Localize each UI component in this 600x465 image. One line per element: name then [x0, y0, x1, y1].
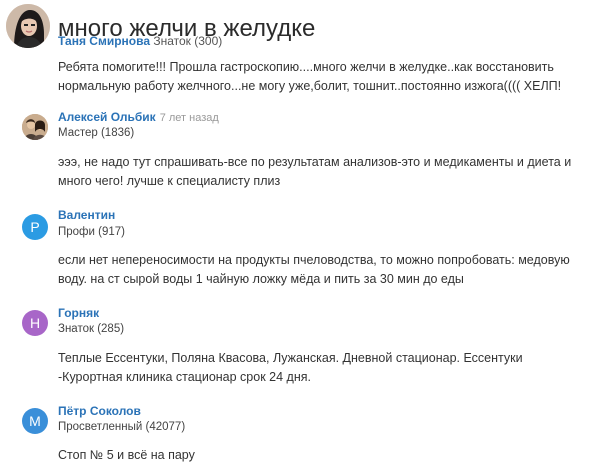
qa-page: много желчи в желудке Таня Смирнова Знат…	[0, 0, 600, 465]
author-photo-icon	[6, 4, 50, 48]
answer-text: эээ, не надо тут спрашивать-все по резул…	[58, 155, 572, 188]
answer-time: 7 лет назад	[159, 112, 219, 124]
answer-author-rank: Знаток (285)	[58, 323, 125, 335]
answer-author-rank: Мастер (1836)	[58, 127, 135, 139]
answer-avatar-letter[interactable]: М	[22, 408, 48, 434]
answer-author: Пётр Соколов	[58, 404, 141, 418]
answer-author-name[interactable]: Алексей Ольбик	[58, 110, 156, 124]
question-author-rank: Знаток (300)	[153, 34, 223, 48]
answer-author-rank: Профи (917)	[58, 226, 125, 238]
question-author: Таня Смирнова Знаток (300)	[58, 34, 222, 48]
answer-avatar-letter[interactable]: P	[22, 214, 48, 240]
answer-author: Валентин	[58, 208, 115, 222]
answer-author-name[interactable]: Валентин	[58, 208, 115, 222]
question-body: Ребята помогите!!! Прошла гастроскопию..…	[58, 60, 562, 93]
answer-text: если нет непереносимости на продукты пче…	[58, 253, 570, 286]
question-author-avatar[interactable]	[6, 4, 50, 48]
answer-author: Горняк	[58, 306, 99, 320]
answer-author-name[interactable]: Пётр Соколов	[58, 404, 141, 418]
answer-author: Алексей Ольбик 7 лет назад	[58, 110, 219, 125]
answer-author-rank: Просветленный (42077)	[58, 421, 186, 433]
answer-text: Теплые Ессентуки, Поляна Квасова, Лужанс…	[58, 351, 523, 384]
answer-avatar-letter[interactable]: Н	[22, 310, 48, 336]
answer-avatar[interactable]	[22, 114, 48, 140]
question-author-name[interactable]: Таня Смирнова	[58, 34, 150, 48]
couple-photo-icon	[22, 114, 48, 140]
answer-author-name[interactable]: Горняк	[58, 306, 99, 320]
answer-text: Стоп № 5 и всё на пару	[58, 448, 195, 462]
